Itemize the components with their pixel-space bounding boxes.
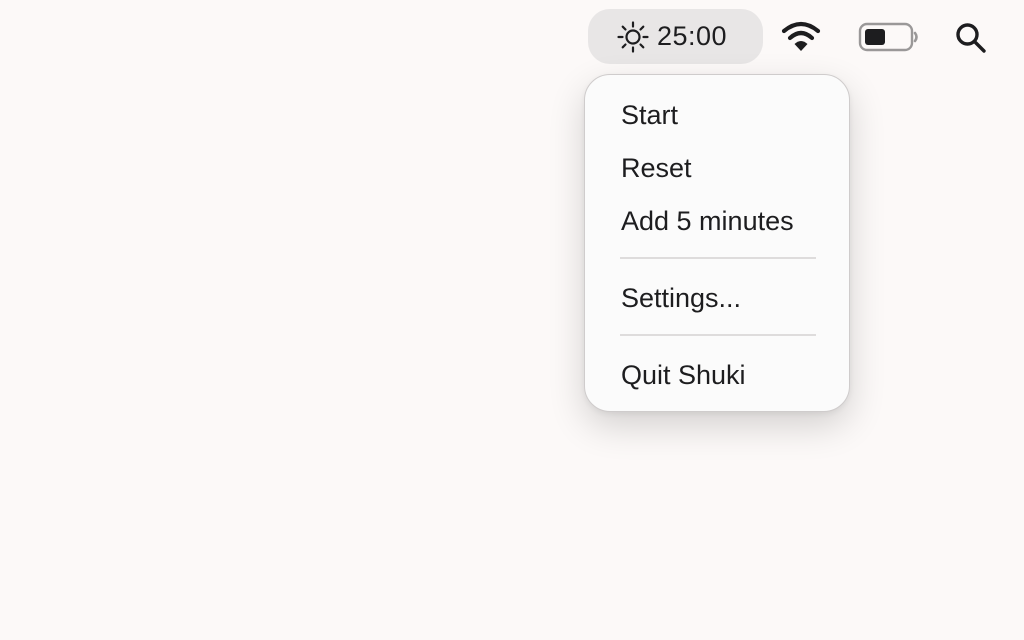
battery-icon[interactable] bbox=[858, 21, 920, 53]
menu-bar: 25:00 bbox=[0, 0, 1024, 74]
timer-status-item[interactable]: 25:00 bbox=[588, 9, 763, 64]
search-icon[interactable] bbox=[953, 20, 989, 56]
menu-item-quit[interactable]: Quit Shuki bbox=[621, 359, 746, 391]
menu-item-reset[interactable]: Reset bbox=[621, 152, 692, 184]
dropdown-menu: Start Reset Add 5 minutes Settings... Qu… bbox=[584, 74, 850, 412]
menu-separator bbox=[620, 257, 816, 259]
wifi-icon[interactable] bbox=[779, 18, 823, 54]
menu-item-settings[interactable]: Settings... bbox=[621, 282, 741, 314]
menu-separator bbox=[620, 334, 816, 336]
sun-icon bbox=[617, 20, 649, 53]
menu-item-start[interactable]: Start bbox=[621, 99, 678, 131]
timer-display: 25:00 bbox=[657, 21, 728, 51]
menu-item-add-5-minutes[interactable]: Add 5 minutes bbox=[621, 205, 794, 237]
